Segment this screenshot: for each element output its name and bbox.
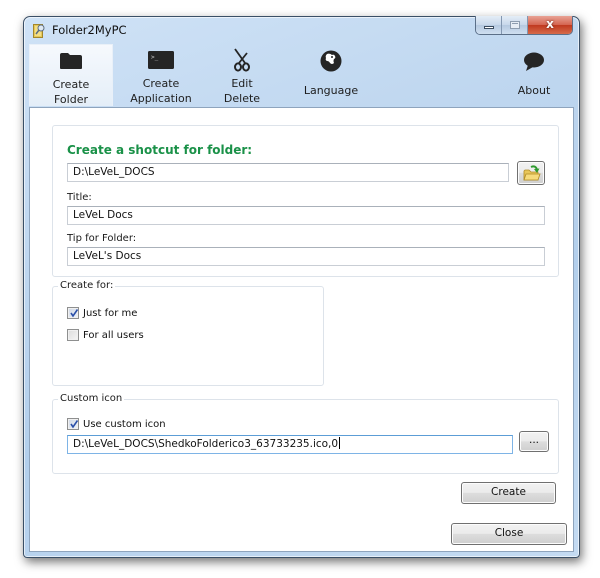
tip-input[interactable]: LeVeL's Docs [67, 247, 545, 266]
checkmark-icon [70, 420, 79, 429]
create-for-legend: Create for: [58, 280, 116, 291]
use-custom-icon-checkbox[interactable] [67, 418, 79, 430]
icon-path-input[interactable]: D:\LeVeL_DOCS\ShedkoFolderico3_63733235.… [67, 435, 513, 454]
just-for-me-option[interactable]: Just for me [67, 307, 137, 319]
tab-label: Language [303, 84, 359, 97]
folder-path-input[interactable]: D:\LeVeL_DOCS [67, 163, 509, 182]
tip-label: Tip for Folder: [67, 233, 137, 244]
folder-icon [59, 52, 83, 74]
for-all-users-label: For all users [83, 329, 144, 341]
toolbar: Create Folder >_ Create Application Edit… [29, 44, 574, 106]
title-bar[interactable]: Folder2MyPC x [24, 16, 579, 43]
title-input[interactable]: LeVeL Docs [67, 206, 545, 225]
custom-icon-group: Custom icon Use custom icon D:\LeVeL_DOC… [52, 393, 559, 474]
tab-label: Edit Delete [223, 77, 261, 105]
globe-icon [320, 50, 342, 76]
use-custom-icon-option[interactable]: Use custom icon [67, 418, 166, 430]
content-area: Create a shotcut for folder: D:\LeVeL_DO… [29, 107, 574, 552]
caption-buttons: x [475, 16, 573, 35]
just-for-me-checkbox[interactable] [67, 307, 79, 319]
svg-text:>_: >_ [151, 54, 159, 61]
app-window: Folder2MyPC x Create Folder >_ Create Ap… [23, 16, 580, 558]
title-label: Title: [67, 192, 92, 203]
terminal-icon: >_ [148, 51, 174, 73]
browse-icon-button[interactable]: ... [519, 431, 549, 452]
tab-edit-delete[interactable]: Edit Delete [207, 44, 277, 106]
close-button[interactable]: Close [451, 523, 567, 545]
scissors-icon [233, 48, 251, 76]
maximize-icon [510, 21, 520, 29]
for-all-users-option[interactable]: For all users [67, 329, 144, 341]
create-for-group: Create for: Just for me For all users [52, 280, 324, 386]
checkmark-icon [70, 309, 79, 318]
browse-folder-button[interactable] [517, 161, 545, 185]
tab-language[interactable]: Language [291, 44, 371, 106]
text-caret [339, 437, 341, 449]
app-icon [33, 23, 45, 38]
close-icon: x [546, 17, 554, 31]
tab-label: About [517, 84, 551, 97]
tab-create-folder[interactable]: Create Folder [29, 44, 113, 106]
open-folder-icon [523, 165, 541, 185]
tab-label: Create Folder [52, 78, 90, 106]
tab-create-application[interactable]: >_ Create Application [117, 44, 205, 106]
window-title: Folder2MyPC [52, 23, 127, 37]
minimize-button[interactable] [476, 16, 502, 34]
tab-label: Create Application [130, 77, 192, 105]
tab-about[interactable]: About [499, 44, 569, 106]
maximize-button[interactable] [502, 16, 528, 34]
create-button[interactable]: Create [461, 482, 556, 504]
speech-bubble-icon [523, 52, 545, 76]
custom-icon-legend: Custom icon [58, 393, 125, 404]
panel-heading: Create a shotcut for folder: [67, 143, 253, 157]
close-window-button[interactable]: x [528, 16, 572, 34]
icon-path-value: D:\LeVeL_DOCS\ShedkoFolderico3_63733235.… [73, 438, 339, 450]
for-all-users-checkbox[interactable] [67, 329, 79, 341]
use-custom-icon-label: Use custom icon [83, 418, 166, 430]
just-for-me-label: Just for me [83, 307, 138, 319]
shortcut-panel: Create a shotcut for folder: D:\LeVeL_DO… [52, 125, 559, 277]
minimize-icon [484, 26, 494, 29]
